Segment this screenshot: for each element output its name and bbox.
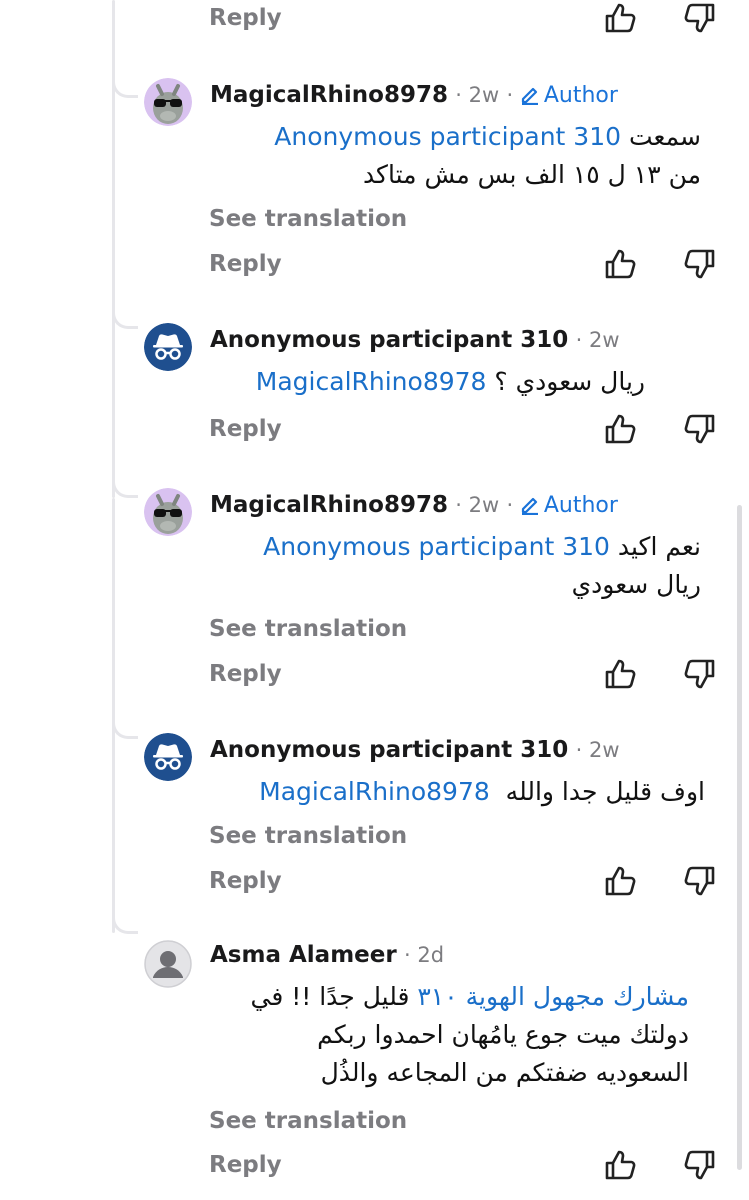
thread-line (112, 308, 115, 498)
dot-separator: · (506, 493, 520, 517)
comment-text: ريال سعودي (571, 570, 701, 599)
comment-author[interactable]: Anonymous participant 310 (210, 737, 568, 763)
comment-thread: Reply MagicalRhino8978 · 2w · Author سمع… (0, 0, 749, 1200)
comment-body: سمعت Anonymous participant 310 من ١٣ ل ١… (274, 118, 701, 194)
comment-author[interactable]: MagicalRhino8978 (210, 82, 448, 108)
comment-text: دولتك ميت جوع يامُهان احمدوا ربكم (317, 1020, 689, 1049)
see-translation-button[interactable]: See translation (209, 1108, 407, 1134)
comment-time: 2w (468, 83, 500, 107)
rhino-avatar-icon (144, 488, 192, 536)
thread-branch (112, 72, 138, 98)
incognito-icon (144, 733, 192, 781)
downvote-icon[interactable] (682, 863, 718, 899)
comment-text: اوف قليل جدا والله (505, 777, 705, 806)
rhino-avatar-icon (144, 78, 192, 126)
mention-link[interactable]: Anonymous participant 310 (263, 532, 610, 561)
avatar[interactable] (144, 940, 192, 988)
mention-link[interactable]: MagicalRhino8978 (256, 367, 487, 396)
thread-line (112, 78, 115, 308)
mention-link[interactable]: مشارك مجهول الهوية ٣١٠ (417, 982, 689, 1011)
see-translation-button[interactable]: See translation (209, 823, 407, 849)
avatar[interactable] (144, 733, 192, 781)
dot-separator: · (575, 328, 589, 352)
comment-body: مشارك مجهول الهوية ٣١٠ قليل جدًا !! في د… (251, 978, 689, 1092)
comment-author[interactable]: Anonymous participant 310 (210, 327, 568, 353)
author-badge-label: Author (543, 493, 618, 518)
comment-time: 2w (588, 328, 620, 352)
incognito-icon (144, 323, 192, 371)
thread-line (112, 0, 115, 78)
scrollbar[interactable] (737, 505, 742, 1170)
dot-separator: · (404, 943, 418, 967)
see-translation-button[interactable]: See translation (209, 616, 407, 642)
avatar[interactable] (144, 78, 192, 126)
pencil-icon (521, 87, 538, 105)
pencil-icon (521, 497, 538, 515)
reply-button[interactable]: Reply (209, 251, 282, 277)
reply-button[interactable]: Reply (209, 416, 282, 442)
comment-text: من ١٣ ل ١٥ الف بس مش متاكد (362, 160, 701, 189)
reply-button[interactable]: Reply (209, 868, 282, 894)
avatar[interactable] (144, 488, 192, 536)
reply-button[interactable]: Reply (209, 1152, 282, 1178)
default-user-icon (144, 940, 192, 988)
upvote-icon[interactable] (602, 1147, 638, 1183)
thread-branch (112, 472, 138, 498)
upvote-icon[interactable] (602, 411, 638, 447)
downvote-icon[interactable] (682, 0, 718, 36)
upvote-icon[interactable] (602, 0, 638, 36)
dot-separator: · (575, 738, 589, 762)
comment-author[interactable]: MagicalRhino8978 (210, 492, 448, 518)
comment-body: اوف قليل جدا والله MagicalRhino8978 (259, 773, 705, 811)
author-badge: Author (520, 492, 618, 518)
dot-separator: · (455, 493, 469, 517)
comment-body: ريال سعودي ؟ MagicalRhino8978 (256, 363, 645, 401)
upvote-icon[interactable] (602, 246, 638, 282)
comment-author[interactable]: Asma Alameer (210, 942, 397, 968)
downvote-icon[interactable] (682, 656, 718, 692)
see-translation-button[interactable]: See translation (209, 206, 407, 232)
comment-time: 2w (468, 493, 500, 517)
author-badge-label: Author (543, 83, 618, 108)
dot-separator: · (455, 83, 469, 107)
avatar[interactable] (144, 323, 192, 371)
upvote-icon[interactable] (602, 656, 638, 692)
comment-time: 2d (417, 943, 445, 967)
downvote-icon[interactable] (682, 246, 718, 282)
thread-line (112, 718, 115, 933)
author-badge: Author (520, 82, 618, 108)
mention-link[interactable]: Anonymous participant 310 (274, 122, 621, 151)
thread-branch (112, 908, 138, 934)
comment-text: ريال سعودي ؟ (494, 367, 645, 396)
comment-text: سمعت (628, 122, 701, 151)
comment-text: السعوديه ضفتكم من المجاعه والذُل (320, 1058, 689, 1087)
thread-line (112, 498, 115, 718)
reply-button[interactable]: Reply (209, 661, 282, 687)
downvote-icon[interactable] (682, 1147, 718, 1183)
thread-branch (112, 303, 138, 329)
comment-time: 2w (588, 738, 620, 762)
mention-link[interactable]: MagicalRhino8978 (259, 777, 490, 806)
dot-separator: · (506, 83, 520, 107)
thread-branch (112, 713, 138, 739)
comment-text: نعم اكيد (617, 532, 701, 561)
comment-body: نعم اكيد Anonymous participant 310 ريال … (263, 528, 701, 604)
reply-button[interactable]: Reply (209, 5, 282, 31)
upvote-icon[interactable] (602, 863, 638, 899)
downvote-icon[interactable] (682, 411, 718, 447)
comment-text: قليل جدًا !! في (250, 982, 410, 1011)
